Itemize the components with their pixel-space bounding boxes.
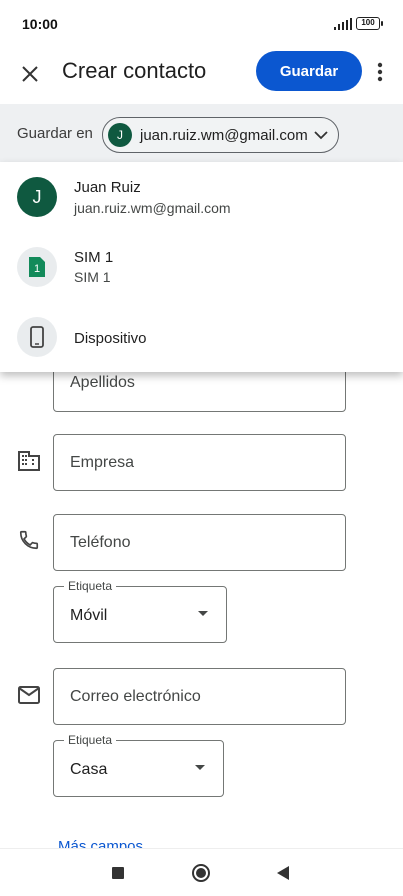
dropdown-item-google-account[interactable]: J Juan Ruiz juan.ruiz.wm@gmail.com (0, 162, 403, 232)
account-dropdown-menu: J Juan Ruiz juan.ruiz.wm@gmail.com 1 SIM… (0, 162, 403, 372)
save-button[interactable]: Guardar (256, 51, 362, 91)
dropdown-item-title: Juan Ruiz (74, 179, 141, 196)
app-bar: Crear contacto Guardar (0, 48, 403, 104)
back-button[interactable] (277, 866, 289, 880)
email-label-value: Casa (70, 761, 108, 778)
battery-icon: 100 (356, 17, 383, 30)
account-email: juan.ruiz.wm@gmail.com (140, 126, 308, 144)
more-options-button[interactable] (370, 56, 390, 88)
company-placeholder: Empresa (70, 454, 135, 471)
sim-card-icon: 1 (17, 247, 57, 287)
dropdown-item-sim[interactable]: 1 SIM 1 SIM 1 (0, 232, 403, 302)
page-title: Crear contacto (62, 58, 207, 83)
phone-placeholder: Teléfono (70, 534, 131, 551)
recents-button[interactable] (112, 867, 124, 879)
dropdown-item-title: SIM 1 (74, 249, 114, 266)
company-field[interactable]: Empresa (53, 434, 346, 491)
phone-device-icon (17, 317, 57, 357)
last-name-placeholder: Apellidos (70, 374, 135, 391)
more-vert-icon (377, 62, 383, 82)
dropdown-arrow-icon (198, 611, 208, 616)
email-field[interactable]: Correo electrónico (53, 668, 346, 725)
dropdown-arrow-icon (195, 765, 205, 770)
status-time: 10:00 (22, 16, 58, 32)
sim-number-text: 1 (34, 263, 40, 275)
home-button[interactable] (192, 864, 210, 882)
email-icon (18, 686, 40, 704)
phone-label-select[interactable]: Etiqueta Móvil (53, 579, 227, 643)
dropdown-item-subtitle: SIM 1 (74, 269, 111, 285)
email-label-caption: Etiqueta (64, 733, 117, 747)
save-in-label: Guardar en (17, 125, 93, 142)
email-placeholder: Correo electrónico (70, 688, 201, 705)
email-label-select[interactable]: Etiqueta Casa (53, 733, 224, 797)
avatar: J (108, 123, 132, 147)
dropdown-item-device[interactable]: Dispositivo (0, 302, 403, 372)
close-button[interactable] (12, 56, 48, 92)
business-icon (18, 451, 40, 471)
phone-field[interactable]: Teléfono (53, 514, 346, 571)
account-selector-chip[interactable]: J juan.ruiz.wm@gmail.com (102, 117, 339, 153)
phone-label-caption: Etiqueta (64, 579, 117, 593)
phone-icon (19, 530, 39, 550)
more-fields-link[interactable]: Más campos (58, 838, 143, 848)
close-icon (22, 66, 38, 82)
dropdown-item-subtitle: juan.ruiz.wm@gmail.com (74, 200, 231, 216)
save-in-bar: Guardar en J juan.ruiz.wm@gmail.com (0, 104, 403, 162)
avatar: J (17, 177, 57, 217)
status-bar: 10:00 100 (0, 0, 403, 48)
dropdown-item-title: Dispositivo (74, 330, 147, 347)
signal-icon (334, 18, 352, 30)
chevron-up-icon (314, 131, 328, 140)
phone-label-value: Móvil (70, 607, 108, 624)
system-nav-bar (0, 848, 403, 896)
